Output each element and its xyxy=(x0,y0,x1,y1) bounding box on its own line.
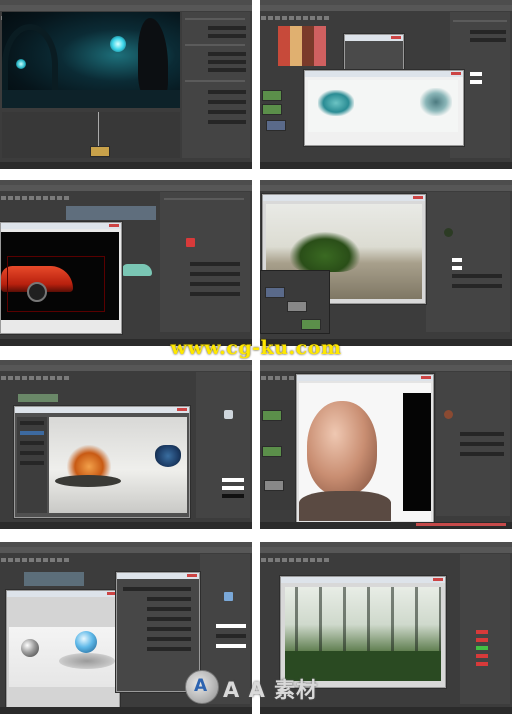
forest-trees xyxy=(285,587,441,651)
tool-shelf[interactable] xyxy=(260,365,512,380)
graph-node[interactable] xyxy=(90,146,110,157)
render-viewport[interactable] xyxy=(308,80,458,132)
region-marker xyxy=(7,256,105,312)
cave-floor xyxy=(2,90,180,108)
hypershade-window[interactable] xyxy=(344,34,404,74)
material-swatch-grid[interactable] xyxy=(278,26,326,66)
render-view-window[interactable] xyxy=(304,70,464,146)
time-slider[interactable] xyxy=(260,522,512,528)
outliner-strip[interactable] xyxy=(66,206,156,220)
teal-car-preview xyxy=(122,264,152,276)
time-slider[interactable] xyxy=(0,162,252,168)
render-viewport[interactable] xyxy=(299,383,431,521)
shader-ball[interactable] xyxy=(444,410,453,419)
render-settings-list[interactable] xyxy=(17,417,47,513)
attribute-editor xyxy=(196,372,250,518)
time-slider[interactable] xyxy=(0,707,252,713)
crystal-splash-left xyxy=(318,90,354,116)
render-view-window[interactable] xyxy=(14,406,190,518)
attribute-editor xyxy=(460,554,510,704)
logo-text: A A 素材 xyxy=(223,678,319,702)
blue-bowl xyxy=(155,445,181,467)
shader-ball[interactable] xyxy=(444,228,453,237)
outliner-strip[interactable] xyxy=(18,394,58,402)
screenshot-tile-6 xyxy=(260,360,512,529)
logo-circle-icon: A xyxy=(185,670,219,704)
glass-sphere xyxy=(75,631,97,653)
render-viewport[interactable] xyxy=(285,587,441,681)
render-viewport[interactable] xyxy=(49,417,187,513)
site-watermark: www.cg-ku.com xyxy=(170,337,342,359)
tool-shelf[interactable] xyxy=(0,547,252,562)
tool-shelf[interactable] xyxy=(0,5,252,20)
shader-ball[interactable] xyxy=(224,410,233,419)
time-slider[interactable] xyxy=(260,707,512,713)
graph-node[interactable] xyxy=(266,120,286,131)
render-viewport[interactable] xyxy=(1,232,119,320)
dark-creature xyxy=(138,18,168,98)
node-graph[interactable] xyxy=(260,400,296,510)
color-swatch[interactable] xyxy=(186,238,195,247)
screenshot-tile-3 xyxy=(0,180,252,346)
render-view-window[interactable] xyxy=(296,374,434,524)
crystal-splash-right xyxy=(420,88,452,116)
graph-node[interactable] xyxy=(262,104,282,115)
graph-node[interactable] xyxy=(262,90,282,101)
chrome-sphere xyxy=(21,639,39,657)
time-slider[interactable] xyxy=(260,162,512,168)
fur-mound xyxy=(59,653,115,669)
attribute-editor xyxy=(436,372,510,516)
dark-base-plate xyxy=(55,475,121,487)
node-graph[interactable] xyxy=(260,270,330,334)
render-viewport[interactable] xyxy=(9,627,117,687)
screenshot-tile-5 xyxy=(0,360,252,529)
outliner-strip[interactable] xyxy=(24,572,84,586)
tool-shelf[interactable] xyxy=(260,5,512,20)
screenshot-tile-1 xyxy=(0,0,252,169)
fern-plant xyxy=(290,232,360,272)
tool-shelf[interactable] xyxy=(0,185,252,200)
render-viewport[interactable] xyxy=(2,12,180,108)
shoulders xyxy=(299,491,391,521)
attribute-editor xyxy=(160,192,250,332)
glowing-orb-right xyxy=(110,36,126,52)
time-slider[interactable] xyxy=(0,522,252,528)
node-graph[interactable] xyxy=(2,112,180,158)
node-connector xyxy=(98,112,99,148)
attribute-editor xyxy=(426,192,510,332)
screenshot-tile-4 xyxy=(260,180,512,346)
render-view-window[interactable] xyxy=(6,590,120,710)
shader-ball[interactable] xyxy=(224,592,233,601)
tool-shelf[interactable] xyxy=(0,365,252,380)
tool-shelf[interactable] xyxy=(260,185,512,200)
brand-logo: A A A 素材 xyxy=(185,668,345,706)
tool-shelf[interactable] xyxy=(260,547,512,562)
attribute-editor xyxy=(182,12,250,158)
black-backdrop xyxy=(403,393,431,511)
render-view-window[interactable] xyxy=(0,222,122,334)
bald-man-head xyxy=(307,401,377,495)
screenshot-tile-2 xyxy=(260,0,512,169)
